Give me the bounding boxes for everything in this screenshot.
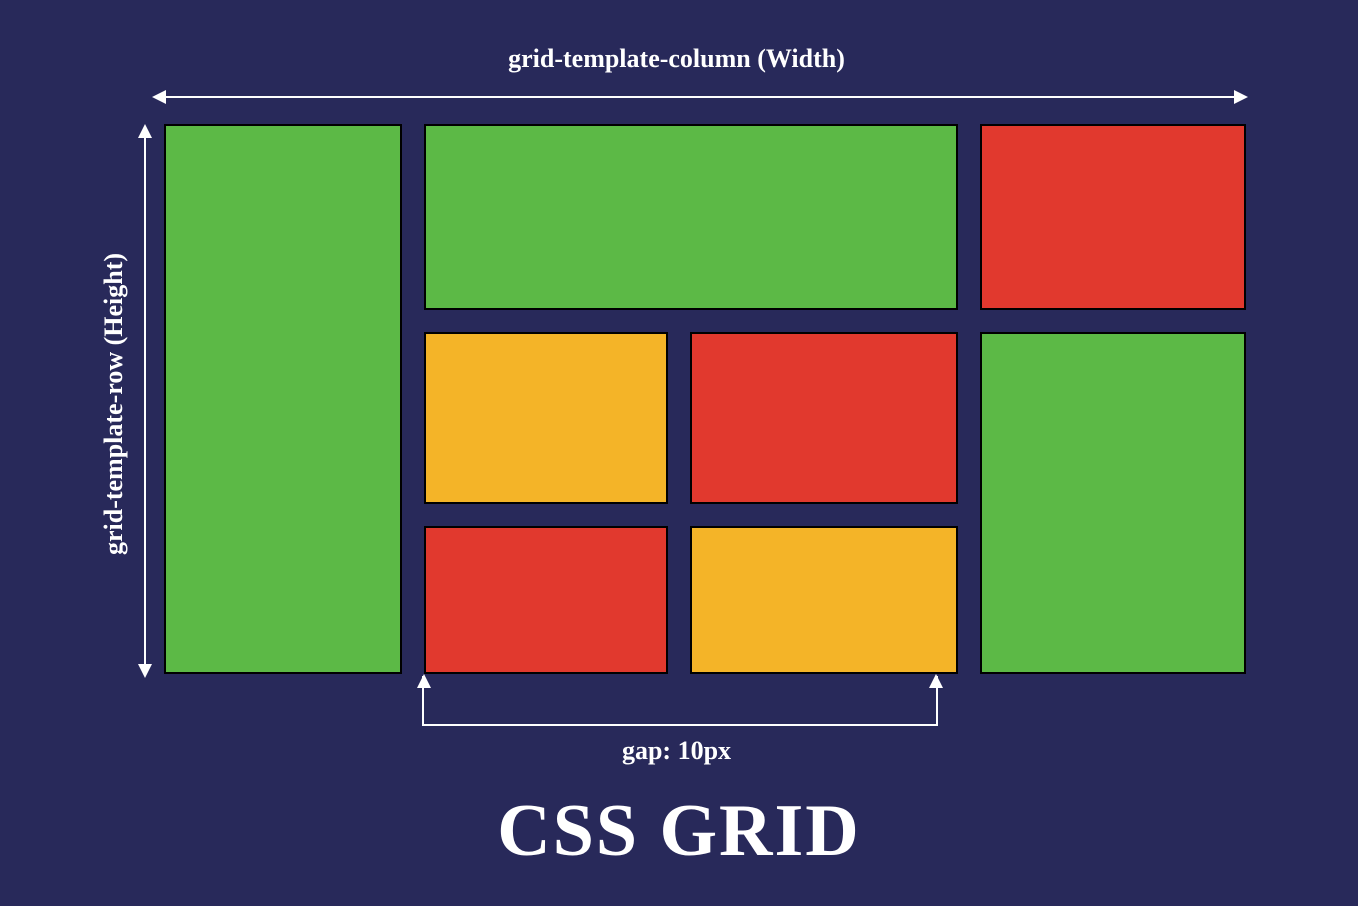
grid-cell-4 <box>424 332 668 504</box>
grid-cell-3 <box>980 124 1246 310</box>
column-axis-arrow <box>154 96 1246 98</box>
grid-cell-8 <box>690 526 958 674</box>
grid-cell-6 <box>980 332 1246 674</box>
grid-container <box>164 124 1244 674</box>
gap-dimension-bracket <box>422 676 938 726</box>
diagram-frame: grid-template-column (Width) grid-templa… <box>4 4 1354 902</box>
css-grid <box>164 124 1244 674</box>
grid-cell-1 <box>164 124 402 674</box>
grid-cell-7 <box>424 526 668 674</box>
gap-label: gap: 10px <box>622 736 731 766</box>
row-axis-arrow <box>144 126 146 676</box>
diagram-wrap: grid-template-column (Width) grid-templa… <box>104 44 1249 724</box>
row-axis-label-text: grid-template-row (Height) <box>99 253 129 555</box>
column-axis-label: grid-template-column (Width) <box>508 44 845 74</box>
diagram-title: CSS GRID <box>497 789 861 874</box>
grid-cell-5 <box>690 332 958 504</box>
grid-cell-2 <box>424 124 958 310</box>
